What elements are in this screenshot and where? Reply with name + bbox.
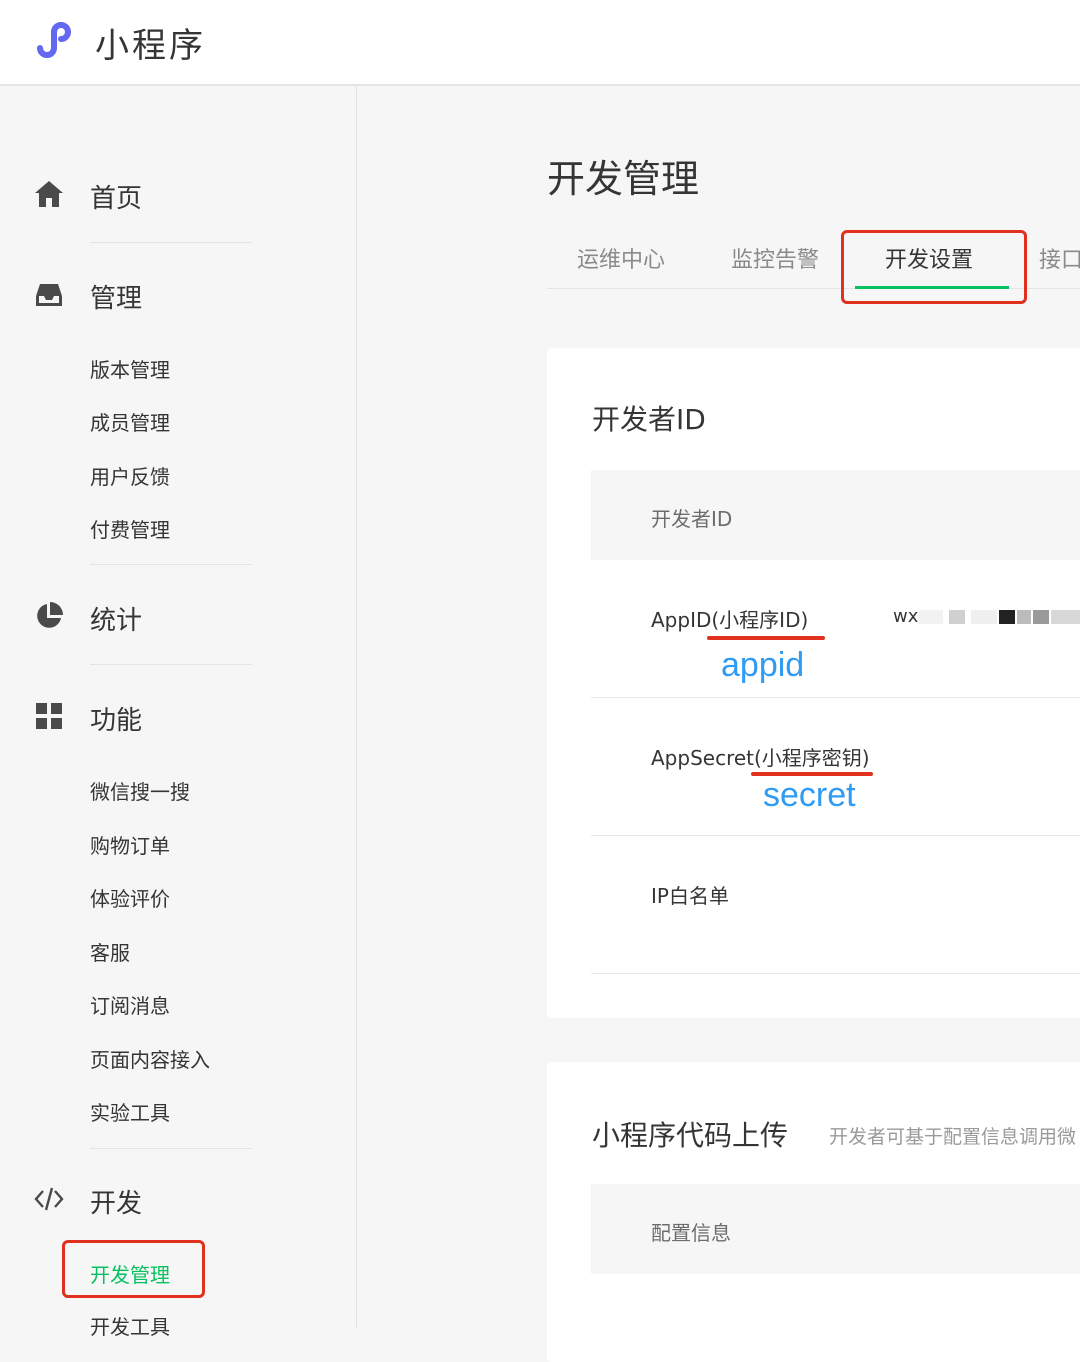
sidebar-divider <box>90 564 252 565</box>
redacted-block <box>1017 610 1031 624</box>
sidebar-divider <box>90 242 252 243</box>
sidebar-item-experiment[interactable]: 实验工具 <box>90 1097 170 1126</box>
main-content: 开发管理 运维中心 监控告警 开发设置 接口 开发者ID 开发者ID AppID… <box>357 86 1080 1362</box>
sidebar-item-manage[interactable]: 管理 <box>90 278 142 315</box>
card-title: 开发者ID <box>592 403 706 436</box>
card-title: 小程序代码上传 <box>592 1119 789 1152</box>
app-brand-title: 小程序 <box>95 26 206 66</box>
sidebar-item-members[interactable]: 成员管理 <box>90 407 170 436</box>
sidebar-item-dev-tools[interactable]: 开发工具 <box>90 1311 170 1340</box>
ip-whitelist-label: IP白名单 <box>651 884 729 908</box>
redacted-block <box>1051 610 1080 624</box>
sidebar-item-reviews[interactable]: 体验评价 <box>90 883 170 912</box>
redacted-block <box>919 610 943 624</box>
sidebar-divider <box>90 1148 252 1149</box>
sidebar-item-home[interactable]: 首页 <box>90 178 142 215</box>
page-title: 开发管理 <box>547 157 700 201</box>
top-header: 小程序 <box>0 0 1080 86</box>
card-header-band: 开发者ID <box>591 470 1080 560</box>
sidebar-item-subscribe[interactable]: 订阅消息 <box>90 990 170 1019</box>
underline-annotation <box>707 636 825 640</box>
appid-annotation: appid <box>721 646 805 684</box>
tab-ops-center[interactable]: 运维中心 <box>577 242 665 274</box>
developer-id-card: 开发者ID 开发者ID AppID(小程序ID) wx appid AppSec… <box>547 348 1080 1018</box>
appsecret-label: AppSecret(小程序密钥) <box>651 746 870 770</box>
highlight-box-tab <box>841 230 1027 304</box>
code-upload-card: 小程序代码上传 开发者可基于配置信息调用微 配置信息 <box>547 1062 1080 1362</box>
inbox-icon <box>36 284 62 306</box>
tab-monitor-alert[interactable]: 监控告警 <box>731 242 819 274</box>
redacted-block <box>949 610 965 624</box>
sidebar-item-version[interactable]: 版本管理 <box>90 354 170 383</box>
sidebar-item-search[interactable]: 微信搜一搜 <box>90 776 190 805</box>
secret-annotation: secret <box>763 776 856 814</box>
code-icon <box>34 1187 64 1211</box>
sidebar: 首页 管理 版本管理 成员管理 用户反馈 付费管理 统计 功能 微信搜一搜 购物… <box>0 86 357 1339</box>
band-label: 配置信息 <box>651 1221 731 1245</box>
appid-value: wx <box>893 606 919 627</box>
home-icon <box>35 181 63 207</box>
appid-label: AppID(小程序ID) <box>651 608 809 632</box>
sidebar-item-service[interactable]: 客服 <box>90 937 130 966</box>
sidebar-item-dev[interactable]: 开发 <box>90 1183 142 1220</box>
ip-whitelist-row: IP白名单 <box>591 836 1080 974</box>
redacted-block <box>999 610 1015 624</box>
mini-program-logo-icon <box>37 22 72 58</box>
tab-interface[interactable]: 接口 <box>1039 242 1080 274</box>
sidebar-item-page-content[interactable]: 页面内容接入 <box>90 1044 210 1073</box>
sidebar-item-feedback[interactable]: 用户反馈 <box>90 461 170 490</box>
sidebar-item-orders[interactable]: 购物订单 <box>90 830 170 859</box>
sidebar-item-features[interactable]: 功能 <box>90 700 142 737</box>
card-header-band: 配置信息 <box>591 1184 1080 1274</box>
grid-icon <box>36 703 62 729</box>
appsecret-row: AppSecret(小程序密钥) secret <box>591 698 1080 836</box>
card-subtitle: 开发者可基于配置信息调用微 <box>829 1126 1077 1148</box>
appid-row: AppID(小程序ID) wx appid <box>591 560 1080 698</box>
redacted-block <box>971 610 997 624</box>
redacted-block <box>1033 610 1049 624</box>
highlight-box-sidebar <box>62 1240 205 1298</box>
band-label: 开发者ID <box>651 507 733 531</box>
sidebar-divider <box>90 664 252 665</box>
sidebar-item-payment[interactable]: 付费管理 <box>90 514 170 543</box>
pie-chart-icon <box>37 602 63 628</box>
sidebar-item-stats[interactable]: 统计 <box>90 600 142 637</box>
